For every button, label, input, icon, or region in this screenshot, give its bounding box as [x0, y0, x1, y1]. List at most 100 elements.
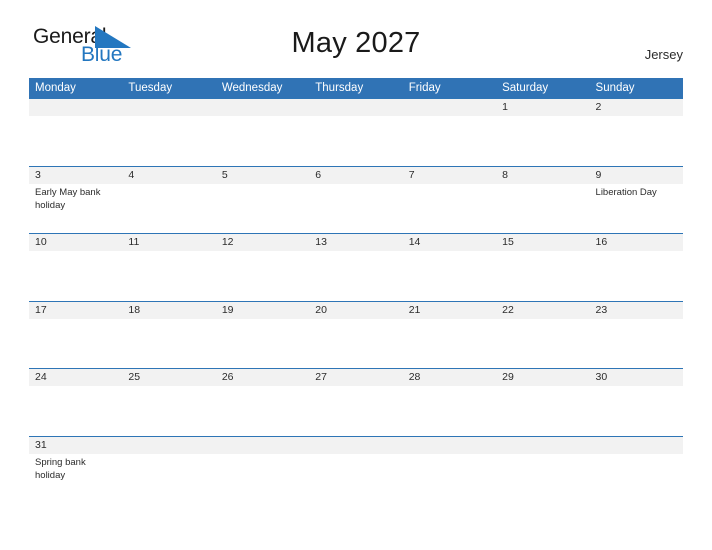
- calendar-day-cell[interactable]: 11: [122, 234, 215, 301]
- day-event: [502, 251, 589, 253]
- weekday-header-saturday: Saturday: [502, 82, 549, 94]
- calendar-day-cell[interactable]: 29: [496, 369, 589, 436]
- calendar-day-cell[interactable]: 20: [309, 302, 402, 369]
- day-event: [128, 184, 215, 186]
- day-event: [596, 319, 683, 321]
- calendar-day-cell[interactable]: 13: [309, 234, 402, 301]
- calendar-day-cell[interactable]: 10: [29, 234, 122, 301]
- day-number: 13: [315, 236, 327, 248]
- day-number: 3: [35, 168, 41, 181]
- day-event: [409, 386, 496, 388]
- calendar-week-row: 3 Early May bank holiday 4 5 6 7 8 9 Liber…: [29, 165, 683, 234]
- calendar-day-cell[interactable]: 18: [122, 302, 215, 369]
- calendar-day-cell[interactable]: 1: [496, 99, 589, 166]
- calendar-day-cell[interactable]: 2: [590, 99, 683, 166]
- weekday-header-friday: Friday: [408, 82, 441, 94]
- day-event: [128, 454, 215, 456]
- day-event: [35, 116, 122, 118]
- calendar-day-cell[interactable]: 7: [403, 167, 496, 234]
- day-event: [502, 386, 589, 388]
- day-number: 16: [595, 236, 608, 248]
- day-number: 21: [408, 303, 421, 316]
- calendar-week-row: 24 25 26 27 28 29 30: [29, 368, 683, 436]
- day-event: Liberation Day: [595, 186, 657, 198]
- calendar-day-cell[interactable]: 31 Spring bank holiday: [29, 437, 122, 504]
- day-number: 23: [595, 303, 608, 316]
- day-event: [128, 319, 215, 321]
- day-number: 24: [35, 371, 47, 383]
- calendar-day-cell[interactable]: [29, 99, 122, 166]
- calendar-day-cell[interactable]: 25: [122, 369, 215, 436]
- weekday-header-tuesday: Tuesday: [128, 82, 173, 94]
- calendar-day-cell[interactable]: 5: [216, 167, 309, 234]
- day-number: 10: [35, 236, 47, 248]
- day-event: [222, 386, 309, 388]
- calendar-day-cell[interactable]: 23: [590, 302, 683, 369]
- day-number: 11: [128, 236, 140, 248]
- day-number: 25: [128, 371, 141, 383]
- day-event: [222, 454, 309, 456]
- day-event: [315, 251, 402, 253]
- day-event: [222, 251, 309, 253]
- day-event: [502, 319, 589, 321]
- region-label: Jersey: [644, 47, 683, 62]
- calendar-day-cell[interactable]: 28: [403, 369, 496, 436]
- calendar-day-cell[interactable]: [403, 99, 496, 166]
- calendar-day-cell[interactable]: 22: [496, 302, 589, 369]
- calendar-day-cell[interactable]: [309, 437, 402, 504]
- calendar-day-cell[interactable]: 24: [29, 369, 122, 436]
- day-number: 12: [221, 236, 234, 248]
- calendar-day-cell[interactable]: 14: [403, 234, 496, 301]
- calendar-week-row: 10 11 12 13 14 15 16: [29, 233, 683, 301]
- day-event: [128, 251, 215, 253]
- calendar-day-cell[interactable]: 3 Early May bank holiday: [29, 167, 122, 234]
- calendar-day-cell[interactable]: 8: [496, 167, 589, 234]
- weekday-header-row: Monday Tuesday Wednesday Thursday Friday…: [29, 78, 683, 98]
- calendar-day-cell[interactable]: 4: [122, 167, 215, 234]
- page-title: May 2027: [291, 27, 421, 59]
- day-number: 2: [595, 101, 602, 113]
- day-event: Spring bank holiday: [35, 456, 86, 481]
- day-event: [315, 116, 402, 118]
- day-number: 26: [221, 371, 234, 383]
- calendar-day-cell[interactable]: 27: [309, 369, 402, 436]
- calendar-day-cell[interactable]: 19: [216, 302, 309, 369]
- calendar-day-cell[interactable]: [122, 99, 215, 166]
- calendar-day-cell[interactable]: 9 Liberation Day: [590, 167, 683, 234]
- calendar-day-cell[interactable]: 16: [590, 234, 683, 301]
- day-number: 14: [408, 236, 421, 248]
- day-number: 18: [128, 303, 141, 316]
- day-event: [315, 454, 402, 456]
- day-event: [128, 386, 215, 388]
- calendar-day-cell[interactable]: [122, 437, 215, 504]
- calendar-day-cell[interactable]: 26: [216, 369, 309, 436]
- day-event: [596, 386, 683, 388]
- day-event: [596, 251, 683, 253]
- calendar-day-cell[interactable]: [216, 437, 309, 504]
- page-header: General Blue May 2027 Jersey: [0, 0, 712, 65]
- calendar-day-cell[interactable]: 30: [590, 369, 683, 436]
- calendar-day-cell[interactable]: 17: [29, 302, 122, 369]
- calendar-day-cell[interactable]: [590, 437, 683, 504]
- calendar-day-cell[interactable]: [216, 99, 309, 166]
- calendar-day-cell[interactable]: 12: [216, 234, 309, 301]
- day-number: 31: [35, 438, 47, 451]
- day-number: 20: [315, 303, 327, 316]
- calendar-day-cell[interactable]: 15: [496, 234, 589, 301]
- day-event: [315, 319, 402, 321]
- calendar-week-row: 1 2: [29, 98, 683, 166]
- day-number: 5: [221, 168, 228, 181]
- day-event: [409, 319, 496, 321]
- calendar-day-cell[interactable]: [403, 437, 496, 504]
- calendar-day-cell[interactable]: 21: [403, 302, 496, 369]
- day-number: 29: [502, 371, 514, 383]
- day-event: [502, 454, 589, 456]
- day-number: 4: [128, 168, 135, 181]
- weekday-header-thursday: Thursday: [315, 82, 364, 94]
- day-number: 17: [35, 303, 47, 316]
- calendar-day-cell[interactable]: 6: [309, 167, 402, 234]
- day-number: 9: [595, 168, 602, 181]
- calendar-day-cell[interactable]: [309, 99, 402, 166]
- calendar-day-cell[interactable]: [496, 437, 589, 504]
- calendar-week-row: 31 Spring bank holiday: [29, 435, 683, 504]
